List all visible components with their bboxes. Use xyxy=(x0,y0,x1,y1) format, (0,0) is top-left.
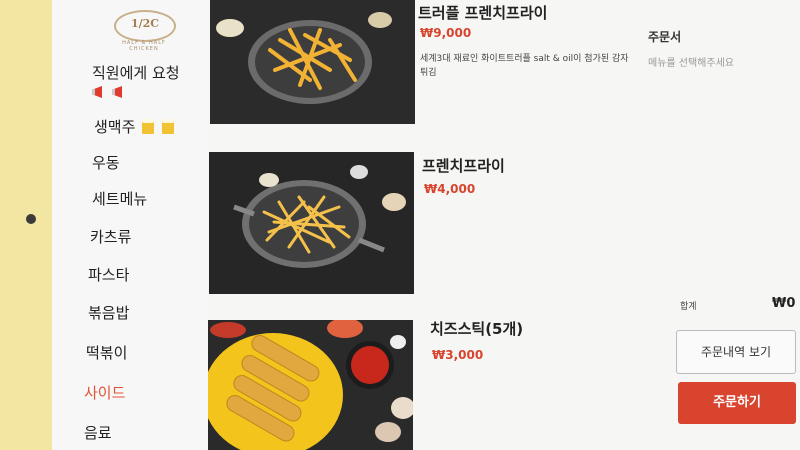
menu-item-description: 세계3대 재료인 화이트트러플 salt & oil이 첨가된 감자튀김 xyxy=(420,54,629,78)
brand-logo: 1/2C xyxy=(114,10,176,42)
sidebar-item-tteokbokki[interactable]: 떡볶이 xyxy=(86,342,127,363)
total-value: ₩0 xyxy=(772,296,796,311)
order-empty-message: 메뉴를 선택해주세요 xyxy=(648,58,734,69)
sidebar-item-pasta[interactable]: 파스타 xyxy=(88,264,129,285)
tablet-camera xyxy=(26,214,36,224)
total-label: 합계 xyxy=(680,302,697,312)
beer-icon xyxy=(140,117,180,139)
megaphone-icon xyxy=(92,83,136,105)
menu-item-name[interactable]: 트러플 프렌치프라이 xyxy=(418,2,547,23)
menu-item-name[interactable]: 프렌치프라이 xyxy=(422,155,505,176)
sidebar-item-label: 생맥주 xyxy=(94,118,136,136)
menu-item-name[interactable]: 치즈스틱(5개) xyxy=(430,318,523,339)
order-title: 주문서 xyxy=(648,30,682,44)
menu-item-price: ₩4,000 xyxy=(424,182,476,196)
menu-item-image-french-fries[interactable] xyxy=(209,152,414,294)
menu-item-price: ₩3,000 xyxy=(432,348,484,362)
sidebar-item-set-menu[interactable]: 세트메뉴 xyxy=(92,188,147,209)
place-order-button[interactable]: 주문하기 xyxy=(678,382,796,424)
sidebar-item-fried-rice[interactable]: 볶음밥 xyxy=(88,302,129,323)
sidebar-item-staff-request[interactable]: 직원에게 요청 xyxy=(92,62,180,105)
menu-item-price: ₩9,000 xyxy=(420,26,472,40)
kiosk-screen: 1/2C HALF & HALF CHICKEN 직원에게 요청 생맥주 우동 … xyxy=(52,0,800,450)
order-panel: 주문서 메뉴를 선택해주세요 합계 ₩0 주문내역 보기 주문하기 xyxy=(612,0,800,450)
sidebar-item-katsu[interactable]: 카츠류 xyxy=(90,226,131,247)
brand-logo-subtext: HALF & HALF CHICKEN xyxy=(122,40,166,52)
menu-item-image-truffle-fries[interactable] xyxy=(210,0,415,124)
sidebar-item-label: 직원에게 요청 xyxy=(92,64,180,82)
order-history-button[interactable]: 주문내역 보기 xyxy=(676,330,796,374)
category-sidebar: 1/2C HALF & HALF CHICKEN 직원에게 요청 생맥주 우동 … xyxy=(52,0,207,450)
sidebar-item-side[interactable]: 사이드 xyxy=(84,382,125,403)
menu-item-image-cheese-sticks[interactable] xyxy=(208,320,413,450)
sidebar-item-draft-beer[interactable]: 생맥주 xyxy=(94,116,180,139)
sidebar-item-drinks[interactable]: 음료 xyxy=(84,422,112,443)
sidebar-item-udon[interactable]: 우동 xyxy=(92,152,120,173)
